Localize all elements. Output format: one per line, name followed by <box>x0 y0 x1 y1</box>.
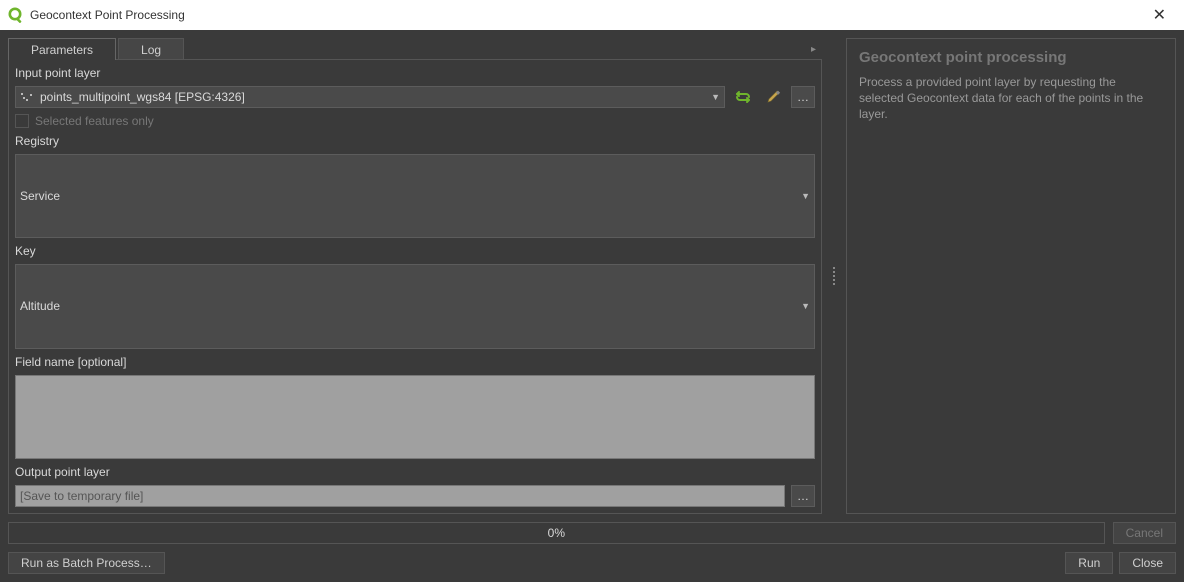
input-layer-value: points_multipoint_wgs84 [EPSG:4326] <box>40 90 245 104</box>
help-panel: Geocontext point processing Process a pr… <box>846 38 1176 514</box>
splitter-handle[interactable] <box>830 38 838 514</box>
key-select[interactable]: Altitude ▼ <box>15 264 815 348</box>
chevron-down-icon: ▼ <box>801 191 810 201</box>
layer-geometry-icon <box>20 91 34 103</box>
output-layer-placeholder: [Save to temporary file] <box>20 489 143 503</box>
run-button[interactable]: Run <box>1065 552 1113 574</box>
help-body: Process a provided point layer by reques… <box>859 74 1163 123</box>
input-layer-more-button[interactable]: … <box>791 86 815 108</box>
window-close-button[interactable]: ✕ <box>1143 3 1176 27</box>
selected-features-label: Selected features only <box>35 114 154 128</box>
registry-label: Registry <box>15 134 815 148</box>
title-bar: Geocontext Point Processing ✕ <box>0 0 1184 30</box>
registry-select[interactable]: Service ▼ <box>15 154 815 238</box>
cancel-button: Cancel <box>1113 522 1176 544</box>
window-title: Geocontext Point Processing <box>30 8 185 22</box>
tab-log[interactable]: Log <box>118 38 184 60</box>
chevron-down-icon: ▼ <box>801 301 810 311</box>
selected-features-checkbox <box>15 114 29 128</box>
progress-bar: 0% <box>8 522 1105 544</box>
input-layer-select[interactable]: points_multipoint_wgs84 [EPSG:4326] ▼ <box>15 86 725 108</box>
progress-text: 0% <box>548 526 565 540</box>
tab-parameters[interactable]: Parameters <box>8 38 116 60</box>
tab-label: Parameters <box>31 43 93 57</box>
output-layer-input[interactable]: [Save to temporary file] <box>15 485 785 507</box>
input-layer-label: Input point layer <box>15 66 815 80</box>
tab-scroll-right-icon[interactable]: ▸ <box>805 40 822 59</box>
chevron-down-icon: ▼ <box>711 92 720 102</box>
fieldname-input[interactable] <box>15 375 815 459</box>
key-label: Key <box>15 244 815 258</box>
fieldname-label: Field name [optional] <box>15 355 815 369</box>
help-title: Geocontext point processing <box>859 49 1163 66</box>
batch-button[interactable]: Run as Batch Process… <box>8 552 165 574</box>
registry-value: Service <box>20 189 60 203</box>
close-button[interactable]: Close <box>1119 552 1176 574</box>
key-value: Altitude <box>20 299 60 313</box>
output-layer-more-button[interactable]: … <box>791 485 815 507</box>
tab-label: Log <box>141 43 161 57</box>
output-layer-label: Output point layer <box>15 465 815 479</box>
advanced-options-button[interactable] <box>761 86 785 108</box>
app-logo-icon <box>8 7 24 23</box>
iterate-button[interactable] <box>731 86 755 108</box>
